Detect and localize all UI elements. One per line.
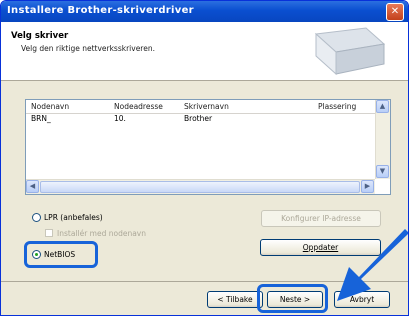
horizontal-scroll-thumb[interactable] <box>40 181 360 193</box>
cell-printer-name: Brother <box>184 114 213 123</box>
window-title: Installere Brother-skriverdriver <box>7 5 194 16</box>
netbios-highlight <box>24 241 98 268</box>
wizard-header: Velg skriver Velg den riktige nettverkss… <box>1 22 408 81</box>
cell-node-name: BRN_ <box>31 114 51 123</box>
printer-graphic-icon <box>314 27 386 76</box>
column-header-node-name[interactable]: Nodenavn <box>31 102 69 111</box>
next-highlight <box>257 284 328 313</box>
scroll-left-icon[interactable]: ◀ <box>26 180 39 193</box>
back-button[interactable]: < Tilbake <box>207 291 263 308</box>
vertical-scrollbar[interactable]: ▲ ▼ <box>375 100 390 179</box>
scroll-down-icon[interactable]: ▼ <box>376 165 389 178</box>
cell-node-address: 10. <box>114 114 126 123</box>
lpr-radio[interactable] <box>32 213 41 222</box>
printer-list[interactable]: Nodenavn Nodeadresse Skrivernavn Plasser… <box>25 99 391 195</box>
column-header-printer-name[interactable]: Skrivernavn <box>184 102 229 111</box>
scroll-up-icon[interactable]: ▲ <box>376 100 389 113</box>
list-header: Nodenavn Nodeadresse Skrivernavn Plasser… <box>26 100 375 114</box>
scroll-right-icon[interactable]: ▶ <box>361 180 374 193</box>
close-button[interactable]: ✕ <box>386 3 404 21</box>
horizontal-scrollbar[interactable]: ◀ ▶ <box>26 179 375 194</box>
pointer-arrow-icon <box>337 229 408 301</box>
header-title: Velg skriver <box>11 31 69 41</box>
install-by-node-checkbox[interactable] <box>45 229 53 237</box>
column-header-location[interactable]: Plassering <box>318 102 356 111</box>
column-header-node-address[interactable]: Nodeadresse <box>114 102 163 111</box>
installer-window: Installere Brother-skriverdriver ✕ Velg … <box>0 0 409 316</box>
configure-ip-button[interactable]: Konfigurer IP-adresse <box>261 210 381 227</box>
lpr-label: LPR (anbefales) <box>44 213 103 222</box>
title-bar[interactable]: Installere Brother-skriverdriver ✕ <box>1 1 408 22</box>
header-subtitle: Velg den riktige nettverksskriveren. <box>21 44 155 53</box>
install-by-node-label: Installér med nodenavn <box>57 229 146 238</box>
list-item[interactable]: BRN_ 10. Brother <box>27 114 373 125</box>
